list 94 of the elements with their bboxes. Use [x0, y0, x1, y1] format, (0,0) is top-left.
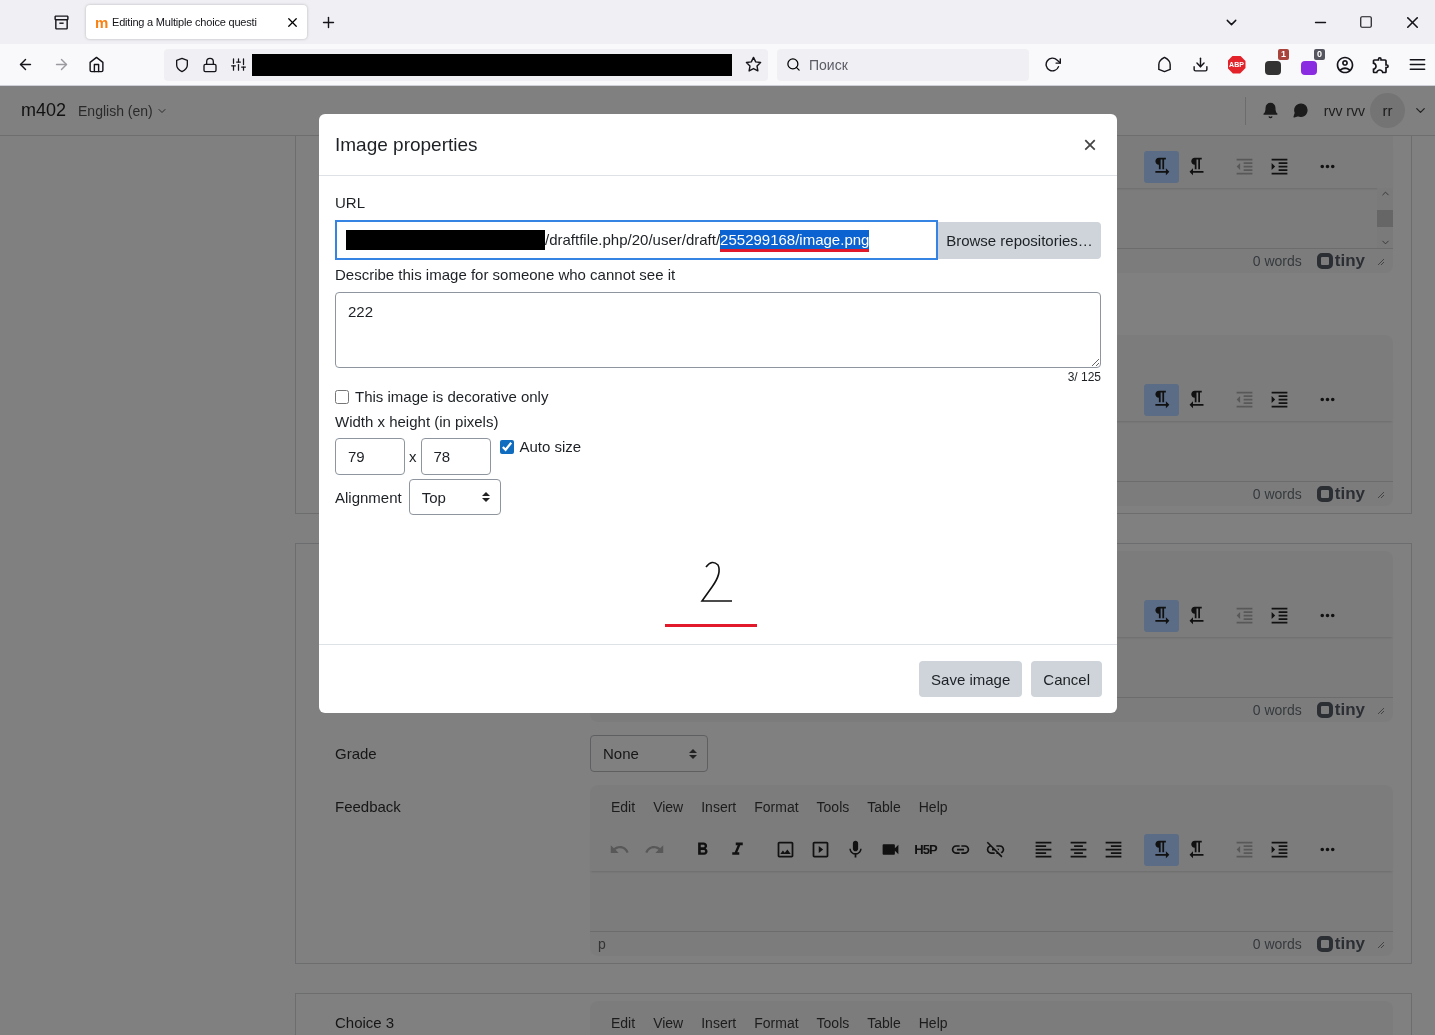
element-path: p	[598, 936, 606, 952]
tab-title: Editing a Multiple choice questi	[112, 16, 258, 28]
align-center-icon[interactable]	[1068, 839, 1089, 860]
menu-item[interactable]: Tools	[808, 798, 858, 815]
image-icon[interactable]	[775, 839, 796, 860]
resize-grip-icon[interactable]	[1375, 256, 1385, 266]
tiny-logo[interactable]: tiny	[1316, 700, 1365, 720]
menu-item[interactable]: Edit	[603, 1014, 644, 1031]
indent-icon[interactable]	[1269, 605, 1290, 626]
field-label: Choice 3	[334, 1014, 396, 1031]
align-left-icon[interactable]	[1033, 839, 1054, 860]
extension-badge: 1	[1278, 48, 1289, 60]
word-count: 0 words	[1252, 702, 1302, 718]
field-label: Grade	[334, 745, 378, 762]
width-field[interactable]: 79	[335, 438, 405, 475]
alignment-select[interactable]: Top	[408, 479, 501, 515]
unlink-icon[interactable]	[985, 839, 1006, 860]
menu-item[interactable]: Insert	[693, 1014, 745, 1031]
menu-item[interactable]: Help	[910, 798, 956, 815]
field-label: Alignment	[335, 488, 402, 506]
maximize-icon[interactable]	[1359, 15, 1373, 29]
word-count: 0 words	[1252, 486, 1302, 502]
sliders-icon[interactable]	[230, 57, 246, 72]
user-name[interactable]: rvv rvv	[1323, 102, 1365, 119]
checkbox-label: This image is decorative only	[355, 388, 549, 405]
menu-item[interactable]: Help	[910, 1014, 956, 1031]
lock-icon[interactable]	[202, 56, 218, 73]
h5p-button[interactable]: H5P	[914, 842, 937, 857]
tiny-logo[interactable]: tiny	[1316, 934, 1365, 954]
auto-size-checkbox[interactable]	[499, 439, 514, 454]
menu-item[interactable]: Table	[859, 1014, 909, 1031]
extension-icon[interactable]	[1265, 60, 1281, 75]
tab-list-icon[interactable]	[52, 13, 70, 31]
tiny-logo[interactable]: tiny	[1316, 484, 1365, 504]
ltr-button[interactable]	[1144, 150, 1179, 183]
pocket-icon[interactable]	[1155, 56, 1173, 73]
menu-item[interactable]: Tools	[808, 1014, 858, 1031]
site-name[interactable]: m402	[21, 100, 67, 121]
bell-icon[interactable]	[1262, 102, 1280, 119]
alt-text-field[interactable]: 222	[335, 292, 1101, 368]
search-icon[interactable]	[786, 57, 801, 72]
home-icon[interactable]	[87, 56, 105, 73]
height-field[interactable]: 78	[420, 438, 491, 475]
menu-item[interactable]: Format	[746, 1014, 807, 1031]
chat-bubble-icon[interactable]	[1292, 102, 1310, 119]
dialog-button[interactable]: Cancel	[1031, 661, 1102, 697]
extension-icon[interactable]	[1301, 60, 1317, 75]
language-menu[interactable]: English (en)	[78, 102, 168, 119]
extension-badge: 0	[1314, 48, 1325, 60]
menu-item[interactable]: View	[645, 1014, 692, 1031]
resize-grip-icon[interactable]	[1375, 705, 1385, 715]
ltr-button[interactable]	[1144, 833, 1179, 866]
reload-icon[interactable]	[1043, 56, 1061, 73]
menu-item[interactable]: Format	[746, 798, 807, 815]
indent-icon[interactable]	[1269, 389, 1290, 410]
browser-tab[interactable]: m Editing a Multiple choice questi	[86, 5, 307, 39]
resize-grip-icon[interactable]	[1375, 939, 1385, 949]
field-label: URL	[335, 194, 365, 211]
favicon: m	[95, 13, 108, 31]
download-icon[interactable]	[1191, 56, 1209, 73]
word-count: 0 words	[1252, 253, 1302, 269]
menu-item[interactable]: Insert	[693, 798, 745, 815]
dialog-title: Image properties	[335, 133, 478, 156]
puzzle-icon[interactable]	[1371, 54, 1391, 75]
character-counter: 3/ 125	[1067, 370, 1101, 384]
close-button[interactable]: ×	[1079, 130, 1101, 159]
indent-icon[interactable]	[1269, 839, 1290, 860]
search-field[interactable]: Поиск	[807, 55, 1007, 74]
word-count: 0 words	[1252, 936, 1302, 952]
dialog-button[interactable]: Save image	[919, 661, 1023, 697]
shield-icon[interactable]	[174, 56, 190, 73]
checkbox-label: Auto size	[519, 438, 582, 455]
times-sign: x	[409, 448, 417, 465]
menu-item[interactable]: View	[645, 798, 692, 815]
media-icon[interactable]	[810, 839, 831, 860]
field-label: Describe this image for someone who cannot see it	[335, 266, 676, 283]
field-label: Feedback	[334, 798, 402, 815]
search-box[interactable]: Поиск	[777, 48, 1029, 81]
account-icon[interactable]	[1335, 54, 1355, 75]
ltr-button[interactable]	[1144, 599, 1179, 632]
browse-repositories-button[interactable]: Browse repositories…	[938, 221, 1101, 259]
select-arrows-icon[interactable]	[481, 491, 490, 503]
menu-item[interactable]: Edit	[603, 798, 644, 815]
star-icon[interactable]	[744, 56, 762, 73]
align-right-icon[interactable]	[1103, 839, 1124, 860]
grade-select[interactable]: None	[590, 735, 708, 772]
decorative-checkbox[interactable]	[335, 389, 349, 404]
resize-grip-icon[interactable]	[1375, 489, 1385, 499]
indent-icon[interactable]	[1269, 156, 1290, 177]
menu-item[interactable]: Table	[859, 798, 909, 815]
tiny-logo[interactable]: tiny	[1316, 251, 1365, 271]
ltr-button[interactable]	[1144, 383, 1179, 416]
field-label: Width x height (in pixels)	[335, 413, 499, 430]
user-avatar[interactable]: rr	[1370, 93, 1405, 128]
